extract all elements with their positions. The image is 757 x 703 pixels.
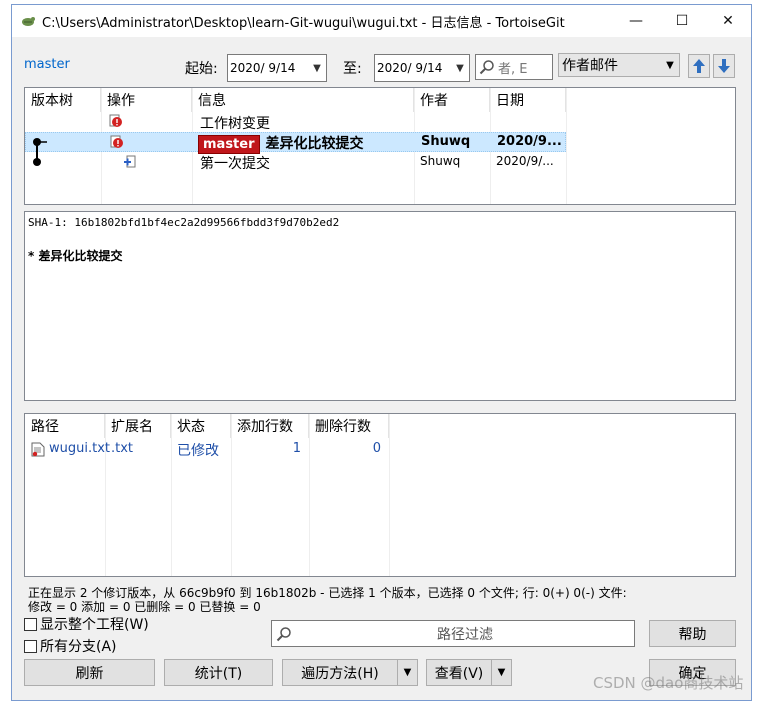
column-header-extension[interactable]: 扩展名 [105,414,171,438]
log-window: C:\Users\Administrator\Desktop\learn-Git… [11,4,752,701]
column-header-message[interactable]: 信息 [192,88,414,112]
path-filter-placeholder: 路径过滤 [437,626,493,643]
dropdown-arrow-icon[interactable]: ▼ [397,660,417,685]
log-message: 工作树变更 [200,116,270,132]
column-header-date[interactable]: 日期 [490,88,566,112]
log-date: 2020/9... [497,134,562,149]
status-bar: 正在显示 2 个修订版本，从 66c9b9f0 到 16b1802b - 已选择… [28,586,740,612]
search-icon [272,626,296,642]
to-date-value: 2020/ 9/14 [377,61,443,75]
view-button[interactable]: 查看(V) ▼ [426,659,512,686]
log-date: 2020/9/... [496,154,554,168]
dropdown-arrow-icon[interactable]: ▼ [491,660,511,685]
maximize-button[interactable]: ☐ [659,5,705,37]
arrow-down-icon [718,59,730,73]
log-table: 版本树 操作 信息 作者 日期 工作树变更 master 差异化比较提交 Shuw… [24,87,736,205]
checkbox-label: 所有分支(A) [40,639,117,655]
close-button[interactable]: ✕ [705,5,751,37]
from-label: 起始: [185,61,218,77]
search-icon [476,56,498,78]
column-divider [389,414,390,576]
from-date-picker[interactable]: 2020/ 9/14 ▼ [227,54,327,82]
log-row-working-tree[interactable]: 工作树变更 [25,112,566,132]
added-icon [123,155,137,173]
column-header-lines-deleted[interactable]: 删除行数 [309,414,389,438]
tortoisegit-icon [20,13,36,29]
file-path: wugui.txt [49,441,110,456]
status-line-1: 正在显示 2 个修订版本，从 66c9b9f0 到 16b1802b - 已选择… [28,586,627,600]
previous-button[interactable] [688,54,710,78]
file-row[interactable]: wugui.txt .txt 已修改 1 0 [25,438,389,460]
help-button[interactable]: 帮助 [649,620,736,647]
log-message: master 差异化比较提交 [198,133,364,154]
log-author: Shuwq [420,154,461,168]
view-label: 查看(V) [434,665,484,682]
arrow-up-icon [693,59,705,73]
to-label: 至: [343,61,362,77]
changed-files-table: 路径 扩展名 状态 添加行数 删除行数 wugui.txt .txt 已修改 1… [24,413,736,577]
title-bar: C:\Users\Administrator\Desktop\learn-Git… [12,5,751,37]
column-header-lines-added[interactable]: 添加行数 [231,414,309,438]
from-date-value: 2020/ 9/14 [230,61,296,75]
chevron-down-icon: ▼ [313,62,321,74]
file-status: 已修改 [177,443,219,459]
minimize-button[interactable]: — [613,5,659,37]
filter-field-select[interactable]: 作者邮件 ▼ [558,53,680,77]
column-header-actions[interactable]: 操作 [101,88,192,112]
commit-message: * 差异化比较提交 [28,249,123,263]
chevron-down-icon: ▼ [666,59,674,71]
log-author: Shuwq [421,134,471,149]
log-row-selected[interactable]: master 差异化比较提交 Shuwq 2020/9... [25,132,566,154]
modified-icon [110,135,124,153]
branch-link[interactable]: master [24,57,70,72]
column-divider [566,88,567,204]
file-extension: .txt [111,441,134,456]
log-message: 第一次提交 [200,156,270,172]
column-header-path[interactable]: 路径 [25,414,105,438]
file-lines-added: 1 [292,441,301,456]
show-whole-project-checkbox[interactable]: 显示整个工程(W) [24,614,149,634]
revision-graph [33,138,47,166]
statistics-button[interactable]: 统计(T) [164,659,273,686]
modified-icon [109,114,123,132]
walk-method-label: 遍历方法(H) [301,665,379,682]
checkbox-label: 显示整个工程(W) [40,617,149,633]
text-file-icon [31,442,45,461]
column-header-author[interactable]: 作者 [414,88,490,112]
search-placeholder: 者, E [498,61,528,77]
file-lines-deleted: 0 [372,441,381,456]
chevron-down-icon: ▼ [456,62,464,74]
commit-detail-pane[interactable]: SHA-1: 16b1802bfd1bf4ec2a2d99566fbdd3f9d… [24,211,736,401]
status-line-2: 修改 = 0 添加 = 0 已删除 = 0 已替换 = 0 [28,600,261,612]
to-date-picker[interactable]: 2020/ 9/14 ▼ [374,54,470,82]
next-button[interactable] [713,54,735,78]
path-filter-input[interactable]: 路径过滤 [271,620,635,647]
column-header-status[interactable]: 状态 [171,414,231,438]
column-header-graph[interactable]: 版本树 [25,88,101,112]
walk-method-button[interactable]: 遍历方法(H) ▼ [282,659,418,686]
commit-sha: SHA-1: 16b1802bfd1bf4ec2a2d99566fbdd3f9d… [28,216,340,229]
watermark: CSDN @dao商技术站 [593,674,744,692]
search-input[interactable]: 者, E [475,54,553,80]
log-row[interactable]: 第一次提交 Shuwq 2020/9/... [25,152,566,172]
all-branches-checkbox[interactable]: 所有分支(A) [24,636,117,656]
checkbox-box [24,617,37,631]
refresh-button[interactable]: 刷新 [24,659,155,686]
window-title: C:\Users\Administrator\Desktop\learn-Git… [42,15,565,31]
filter-field-value: 作者邮件 [562,58,618,74]
checkbox-box [24,639,37,653]
